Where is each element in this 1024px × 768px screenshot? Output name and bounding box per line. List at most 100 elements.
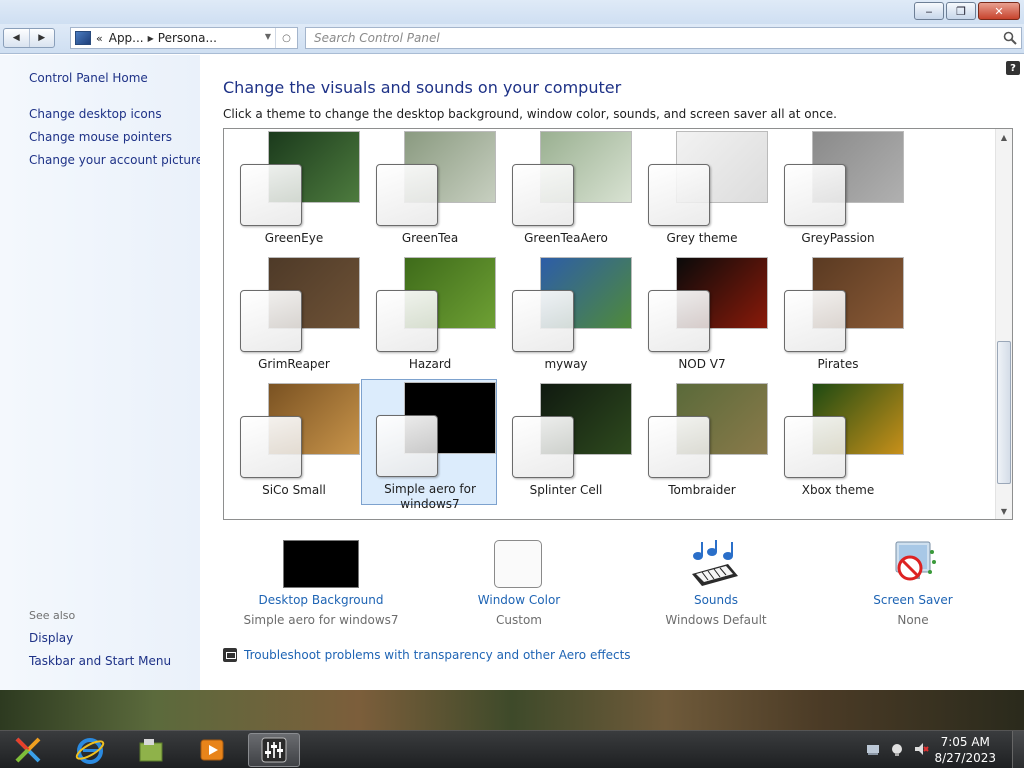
sounds-value: Windows Default — [665, 613, 767, 627]
search-icon[interactable] — [1003, 31, 1017, 45]
theme-window-color-preview — [784, 416, 846, 478]
theme-thumbnail — [784, 257, 906, 353]
sounds-link[interactable]: Sounds — [694, 593, 738, 607]
help-icon[interactable]: ? — [1006, 61, 1020, 75]
close-button[interactable]: ✕ — [978, 2, 1020, 20]
sidebar-control-panel-home[interactable]: Control Panel Home — [29, 71, 148, 85]
taskbar-file-explorer[interactable] — [125, 733, 177, 767]
scroll-up-icon[interactable]: ▲ — [996, 129, 1012, 145]
troubleshoot-link[interactable]: Troubleshoot problems with transparency … — [244, 648, 631, 662]
desktop-background-link[interactable]: Desktop Background — [259, 593, 384, 607]
sidebar: Control Panel Home Change desktop icons … — [0, 55, 203, 690]
scroll-down-icon[interactable]: ▼ — [996, 503, 1012, 519]
page-title: Change the visuals and sounds on your co… — [223, 78, 622, 97]
theme-thumbnail — [376, 382, 498, 478]
restore-icon: ❐ — [956, 4, 966, 18]
theme-window-color-preview — [376, 290, 438, 352]
theme-window-color-preview — [648, 164, 710, 226]
search-input[interactable]: Search Control Panel — [305, 27, 1022, 49]
minimize-icon: ‒ — [925, 4, 933, 18]
window-color-link[interactable]: Window Color — [478, 593, 560, 607]
theme-thumbnail — [512, 257, 634, 353]
breadcrumb-personalization[interactable]: Persona... — [158, 31, 217, 45]
search-placeholder: Search Control Panel — [314, 31, 440, 45]
back-button[interactable]: ◀ — [4, 29, 29, 47]
address-row: ◀ ▶ « App... ▶ Persona... ▼ ○ Search Con… — [0, 24, 1024, 54]
address-bar[interactable]: « App... ▶ Persona... ▼ ○ — [70, 27, 298, 49]
theme-thumbnail — [512, 131, 634, 227]
network-icon[interactable] — [889, 741, 905, 757]
show-desktop-button[interactable] — [1012, 731, 1024, 768]
theme-tile[interactable]: Simple aero for windows7 — [361, 379, 498, 511]
theme-thumbnail — [784, 131, 906, 227]
taskbar-control-panel[interactable] — [248, 733, 300, 767]
file-explorer-icon — [139, 739, 163, 762]
address-overflow-chevron[interactable]: « — [96, 32, 103, 45]
theme-list-scrollbar[interactable]: ▲ ▼ — [995, 129, 1012, 519]
window-color-value: Custom — [496, 613, 542, 627]
screen-saver-icon[interactable] — [888, 538, 940, 588]
maximize-button[interactable]: ❐ — [946, 2, 976, 20]
page-subtitle: Click a theme to change the desktop back… — [223, 107, 837, 121]
desktop-background-icon[interactable] — [283, 540, 359, 588]
breadcrumb-appearance[interactable]: App... — [109, 31, 144, 45]
theme-tile[interactable]: Pirates — [770, 255, 906, 381]
theme-tile[interactable]: GreenTea — [362, 129, 498, 255]
sidebar-change-account-picture[interactable]: Change your account picture — [29, 153, 203, 167]
sidebar-taskbar-start-menu[interactable]: Taskbar and Start Menu — [29, 654, 171, 668]
theme-thumbnail — [648, 383, 770, 479]
theme-tile[interactable]: GrimReaper — [226, 255, 362, 381]
theme-window-color-preview — [240, 164, 302, 226]
taskbar-clock[interactable]: 7:05 AM 8/27/2023 — [934, 734, 996, 766]
theme-label: Xbox theme — [801, 483, 875, 497]
theme-thumbnail — [376, 131, 498, 227]
scroll-thumb[interactable] — [997, 341, 1011, 484]
theme-tile[interactable]: GreenTeaAero — [498, 129, 634, 255]
address-dropdown-icon[interactable]: ▼ — [265, 32, 271, 41]
action-center-icon[interactable] — [865, 741, 881, 757]
theme-window-color-preview — [648, 416, 710, 478]
close-icon: ✕ — [994, 4, 1004, 18]
system-tray — [865, 741, 929, 757]
theme-window-color-preview — [240, 416, 302, 478]
theme-label: Pirates — [817, 357, 859, 371]
screen-saver-link[interactable]: Screen Saver — [873, 593, 952, 607]
theme-tile[interactable]: Tombraider — [634, 381, 770, 507]
theme-thumbnail — [512, 383, 634, 479]
theme-label: GreenTeaAero — [524, 231, 608, 245]
theme-thumbnail — [784, 383, 906, 479]
theme-tile[interactable]: Splinter Cell — [498, 381, 634, 507]
media-player-icon — [200, 739, 224, 761]
theme-tile[interactable]: GreenEye — [226, 129, 362, 255]
taskbar-internet-explorer[interactable] — [64, 733, 116, 767]
theme-label: GreenEye — [264, 231, 324, 245]
theme-tile[interactable]: NOD V7 — [634, 255, 770, 381]
sidebar-display[interactable]: Display — [29, 631, 73, 645]
breadcrumb-arrow-icon[interactable]: ▶ — [148, 34, 154, 43]
start-orb-icon — [15, 737, 41, 763]
sounds-icon[interactable] — [688, 538, 740, 588]
theme-tile[interactable]: GreyPassion — [770, 129, 906, 255]
title-bar[interactable]: ‒ ❐ ✕ — [0, 0, 1024, 24]
desktop-background-value: Simple aero for windows7 — [243, 613, 399, 627]
see-also-label: See also — [29, 609, 76, 622]
theme-tile[interactable]: Grey theme — [634, 129, 770, 255]
theme-window-color-preview — [648, 290, 710, 352]
sidebar-change-mouse-pointers[interactable]: Change mouse pointers — [29, 130, 172, 144]
clock-date: 8/27/2023 — [934, 751, 996, 765]
theme-label: Grey theme — [666, 231, 738, 245]
theme-tile[interactable]: Xbox theme — [770, 381, 906, 507]
taskbar-media-player[interactable] — [186, 733, 238, 767]
minimize-button[interactable]: ‒ — [914, 2, 944, 20]
theme-thumbnail — [648, 257, 770, 353]
sidebar-change-desktop-icons[interactable]: Change desktop icons — [29, 107, 162, 121]
volume-muted-icon[interactable] — [913, 741, 929, 757]
start-button[interactable] — [2, 733, 54, 767]
forward-button[interactable]: ▶ — [28, 29, 55, 47]
theme-tile[interactable]: Hazard — [362, 255, 498, 381]
window-color-icon[interactable] — [494, 540, 542, 588]
theme-tile[interactable]: SiCo Small — [226, 381, 362, 507]
troubleshoot-link-row[interactable]: Troubleshoot problems with transparency … — [223, 648, 631, 662]
refresh-button[interactable]: ○ — [275, 28, 297, 48]
theme-tile[interactable]: myway — [498, 255, 634, 381]
